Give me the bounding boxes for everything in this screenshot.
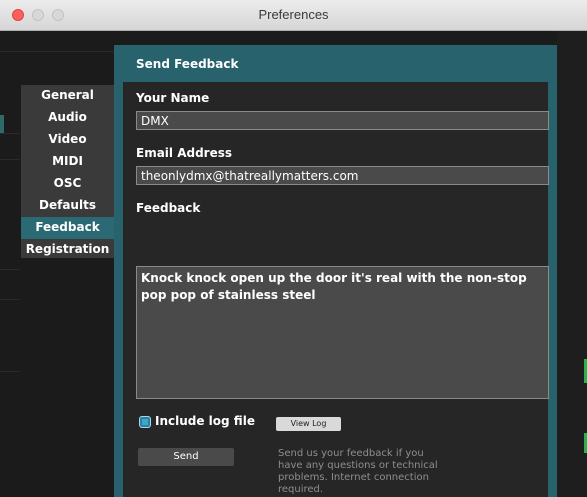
- include-log-checkbox[interactable]: [139, 416, 151, 428]
- email-label: Email Address: [136, 146, 233, 160]
- sidebar-item-midi[interactable]: MIDI: [21, 151, 114, 173]
- feedback-form: Your Name Email Address Feedback Knock k…: [123, 82, 549, 497]
- feedback-textarea[interactable]: Knock knock open up the door it's real w…: [136, 266, 549, 399]
- view-log-button[interactable]: View Log: [276, 417, 341, 431]
- email-field[interactable]: [136, 166, 549, 185]
- help-text: Send us your feedback if you have any qu…: [278, 448, 438, 495]
- sidebar-item-defaults[interactable]: Defaults: [21, 195, 114, 217]
- send-button[interactable]: Send: [138, 448, 234, 466]
- feedback-label: Feedback: [136, 201, 201, 215]
- preferences-sidebar: General Audio Video MIDI OSC Defaults Fe…: [21, 85, 114, 258]
- sidebar-item-registration[interactable]: Registration: [21, 239, 114, 261]
- window-titlebar: Preferences: [0, 0, 587, 31]
- name-field[interactable]: [136, 111, 549, 130]
- name-label: Your Name: [136, 91, 210, 105]
- sidebar-item-general[interactable]: General: [21, 85, 114, 107]
- sidebar-item-video[interactable]: Video: [21, 129, 114, 151]
- sidebar-item-osc[interactable]: OSC: [21, 173, 114, 195]
- background-accent: [0, 115, 4, 133]
- send-feedback-panel: Send Feedback Your Name Email Address Fe…: [114, 45, 557, 497]
- panel-title: Send Feedback: [136, 57, 239, 71]
- window-title: Preferences: [258, 7, 329, 22]
- background-app-right-edge: [557, 31, 587, 497]
- sidebar-item-audio[interactable]: Audio: [21, 107, 114, 129]
- include-log-label[interactable]: Include log file: [155, 414, 255, 428]
- sidebar-item-feedback[interactable]: Feedback: [21, 217, 114, 239]
